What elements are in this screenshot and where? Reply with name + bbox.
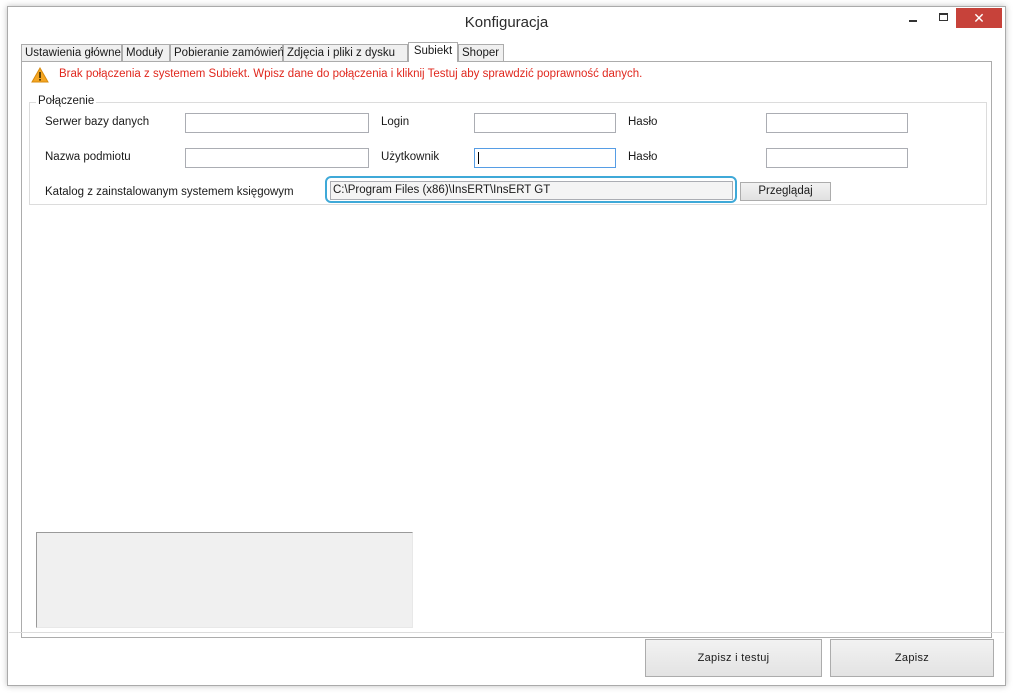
user-input[interactable] (474, 148, 616, 168)
login-label: Login (381, 116, 410, 128)
tab-moduly[interactable]: Moduły (122, 44, 170, 61)
tab-shoper[interactable]: Shoper (458, 44, 504, 61)
tab-zdjecia-i-pliki[interactable]: Zdjęcia i pliki z dysku (283, 44, 408, 61)
minimize-icon (909, 20, 917, 22)
config-window: Konfiguracja ✕ Ustawienia główne Moduły … (7, 6, 1006, 686)
save-and-test-button[interactable]: Zapisz i testuj (645, 639, 822, 677)
text-caret (478, 152, 479, 164)
password-input[interactable] (766, 113, 908, 133)
connection-warning-text: Brak połączenia z systemem Subiekt. Wpis… (59, 68, 643, 80)
user-password-label: Hasło (628, 151, 658, 163)
server-input[interactable] (185, 113, 369, 133)
catalog-path-highlight: C:\Program Files (x86)\InsERT\InsERT GT (325, 176, 737, 203)
maximize-button[interactable] (931, 8, 957, 28)
maximize-icon (939, 13, 948, 21)
browse-button[interactable]: Przeglądaj (740, 182, 831, 201)
close-icon: ✕ (973, 10, 985, 26)
user-password-input[interactable] (766, 148, 908, 168)
window-title: Konfiguracja (464, 14, 549, 31)
status-log-area (36, 532, 413, 628)
server-label: Serwer bazy danych (45, 116, 150, 128)
entity-input[interactable] (185, 148, 369, 168)
catalog-path-input[interactable]: C:\Program Files (x86)\InsERT\InsERT GT (330, 181, 733, 200)
entity-label: Nazwa podmiotu (45, 151, 131, 163)
catalog-label: Katalog z zainstalowanym systemem księgo… (45, 186, 294, 198)
title-bar[interactable]: Konfiguracja ✕ (8, 7, 1005, 39)
close-button[interactable]: ✕ (956, 8, 1002, 28)
tab-ustawienia-glowne[interactable]: Ustawienia główne (21, 44, 122, 61)
save-button[interactable]: Zapisz (830, 639, 994, 677)
warning-icon (31, 67, 49, 83)
login-input[interactable] (474, 113, 616, 133)
tab-pobieranie-zamowien[interactable]: Pobieranie zamówień (170, 44, 284, 61)
connection-group-legend: Połączenie (36, 95, 97, 107)
footer-divider (9, 632, 1004, 633)
user-label: Użytkownik (381, 151, 440, 163)
password-label: Hasło (628, 116, 658, 128)
minimize-button[interactable] (900, 8, 926, 28)
subiekt-tab-panel: Brak połączenia z systemem Subiekt. Wpis… (21, 61, 992, 638)
tab-subiekt[interactable]: Subiekt (408, 42, 458, 62)
